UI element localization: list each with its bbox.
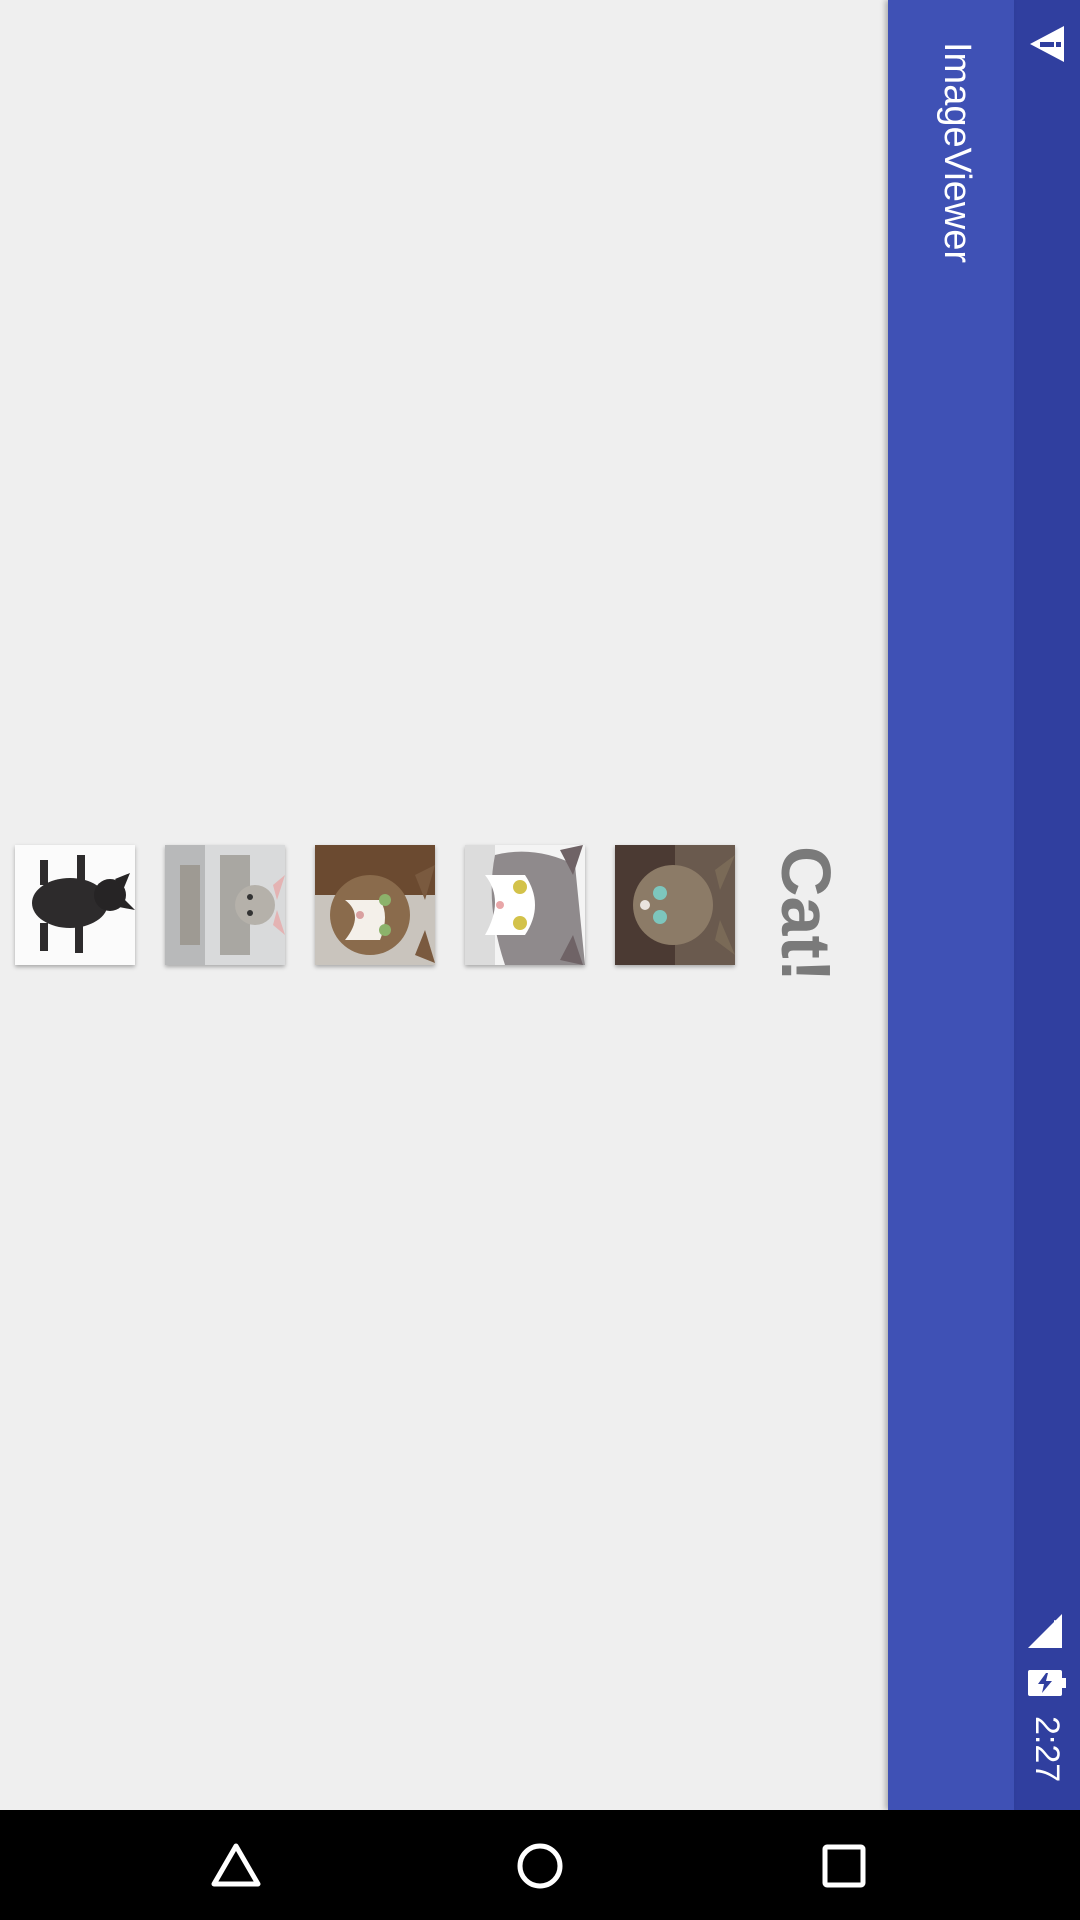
status-clock: 2:27 xyxy=(1016,1716,1078,1786)
battery-charging-icon xyxy=(1028,1670,1066,1701)
grey-white-cat-thumbnail[interactable] xyxy=(465,845,585,965)
app-toolbar: ImageViewer xyxy=(888,0,1014,1810)
black-kitten-thumbnail[interactable] xyxy=(15,845,135,965)
main-content: Cat! xyxy=(0,0,888,1810)
warning-icon xyxy=(1026,24,1066,69)
back-icon[interactable] xyxy=(210,1840,262,1892)
status-bar: 4G 2:27 xyxy=(1014,0,1080,1810)
app-title: ImageViewer xyxy=(936,42,978,264)
brown-tabby-cat-thumbnail[interactable] xyxy=(315,845,435,965)
navigation-bar xyxy=(0,1810,1080,1920)
network-type: 4G xyxy=(1049,1620,1065,1639)
home-icon[interactable] xyxy=(514,1840,566,1892)
clock-text: 2:27 xyxy=(1028,1716,1066,1783)
signal-icon: 4G xyxy=(1026,1606,1070,1655)
silver-tabby-kittens-thumbnail[interactable] xyxy=(165,845,285,965)
page-heading: Cat! xyxy=(767,846,845,983)
recents-icon[interactable] xyxy=(818,1840,870,1892)
tabby-cat-thumbnail[interactable] xyxy=(615,845,735,965)
